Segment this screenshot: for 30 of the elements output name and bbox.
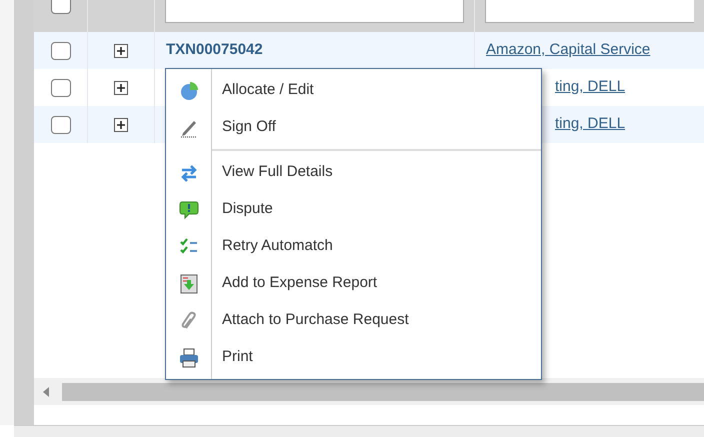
alert-bubble-icon	[179, 200, 199, 220]
menu-item[interactable]: Dispute	[166, 191, 541, 228]
vendor-link[interactable]: ting, DELL	[555, 113, 626, 136]
download-document-icon	[179, 274, 199, 294]
paperclip-icon	[179, 310, 199, 330]
filter-field[interactable]	[485, 0, 694, 23]
expand-icon[interactable]	[114, 44, 128, 58]
pie-chart-icon	[179, 80, 199, 100]
menu-item[interactable]: Attach to Purchase Request	[166, 302, 541, 339]
vendor-link[interactable]: ting, DELL	[555, 76, 626, 99]
checklist-icon	[179, 236, 199, 256]
select-all-checkbox[interactable]	[50, 0, 70, 14]
scrollbar-thumb[interactable]	[62, 382, 704, 400]
row-checkbox[interactable]	[50, 42, 70, 60]
expand-icon[interactable]	[114, 80, 128, 94]
scroll-left-icon[interactable]	[43, 386, 49, 396]
vendor-link[interactable]: Amazon, Capital Service	[486, 39, 650, 62]
filter-field[interactable]	[165, 0, 464, 23]
swap-arrows-icon	[179, 162, 199, 182]
menu-item[interactable]: Allocate / Edit	[166, 72, 541, 109]
expand-icon[interactable]	[114, 118, 128, 132]
menu-item[interactable]: Print	[166, 339, 541, 376]
menu-item[interactable]: Retry Automatch	[166, 228, 541, 265]
row-checkbox[interactable]	[50, 116, 70, 134]
menu-item[interactable]: View Full Details	[166, 154, 541, 191]
printer-icon	[179, 348, 199, 368]
menu-item[interactable]: Add to Expense Report	[166, 265, 541, 302]
transaction-id-link[interactable]: TXN00075042	[166, 39, 263, 62]
row-checkbox[interactable]	[50, 78, 70, 96]
menu-item[interactable]: Sign Off	[166, 109, 541, 146]
